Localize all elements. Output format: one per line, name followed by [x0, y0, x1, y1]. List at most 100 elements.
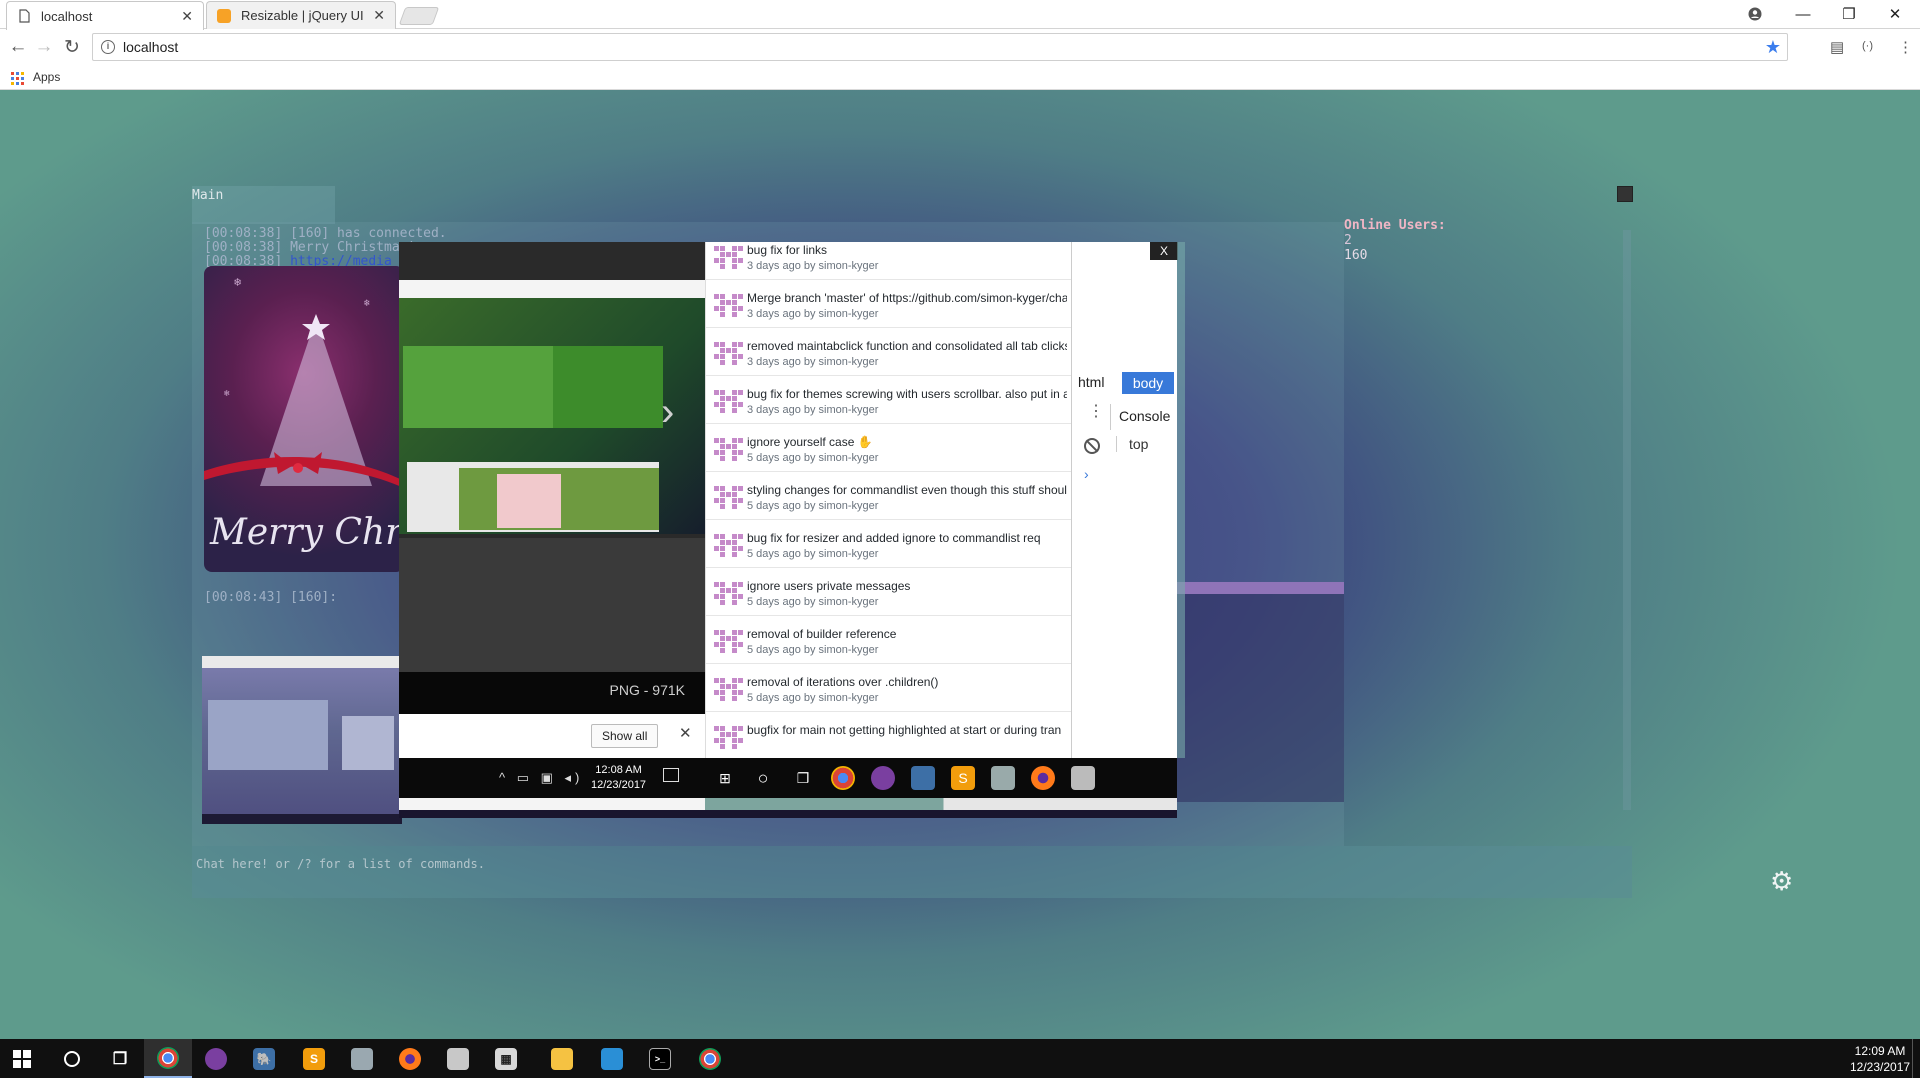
menu-dots-icon[interactable]: ⋮: [1898, 38, 1913, 56]
chat-input[interactable]: [196, 854, 1496, 874]
app-icon: [1071, 766, 1095, 790]
commit-row[interactable]: bugfix for main not getting highlighted …: [706, 712, 1071, 758]
close-window-button[interactable]: ✕: [1872, 0, 1918, 28]
folder-icon[interactable]: [538, 1039, 586, 1078]
commit-message[interactable]: removed maintabclick function and consol…: [747, 339, 1067, 353]
clear-console-icon[interactable]: [1084, 438, 1100, 454]
commit-message[interactable]: bug fix for themes screwing with users s…: [747, 387, 1067, 401]
commit-message[interactable]: bug fix for resizer and added ignore to …: [747, 531, 1067, 545]
commit-row[interactable]: ignore users private messages 5 days ago …: [706, 568, 1071, 616]
context-selector[interactable]: top: [1116, 436, 1148, 452]
reading-list-icon[interactable]: ▤: [1830, 38, 1844, 56]
calculator-icon[interactable]: ▦: [482, 1039, 530, 1078]
forward-arrow-icon[interactable]: →: [32, 35, 56, 59]
postgres-icon: [911, 766, 935, 790]
christmas-card-image[interactable]: ❄ ❄ ❄ Merry Christmas: [204, 266, 404, 572]
terminal-icon[interactable]: >_: [636, 1039, 684, 1078]
commit-message[interactable]: ignore users private messages: [747, 579, 1067, 593]
commit-row[interactable]: removed maintabclick function and consol…: [706, 328, 1071, 376]
show-all-button[interactable]: Show all: [591, 724, 659, 748]
avatar: [714, 582, 743, 605]
tab-title: Resizable | jQuery UI: [241, 8, 364, 23]
pasted-screenshot-overlay[interactable]: › PNG - 971K Show all ✕ ^ ▭ ▣ ◂) 12:08 A…: [399, 242, 1185, 820]
breadcrumb-html[interactable]: html: [1078, 374, 1104, 390]
info-icon[interactable]: i: [101, 40, 115, 54]
address-bar[interactable]: i localhost ★: [92, 33, 1788, 61]
reload-icon[interactable]: ↻: [60, 35, 84, 59]
commit-row[interactable]: removal of iterations over .children() 5 …: [706, 664, 1071, 712]
breadcrumb-body[interactable]: body: [1122, 372, 1174, 394]
commit-row[interactable]: bug fix for themes screwing with users s…: [706, 376, 1071, 424]
commit-meta: 5 days ago by simon-kyger: [747, 692, 879, 704]
notification-icon: [663, 768, 679, 782]
more-options-icon[interactable]: ⋮: [1088, 404, 1104, 420]
chrome-icon[interactable]: [144, 1039, 192, 1078]
apps-grid-icon[interactable]: [11, 72, 24, 85]
commit-row[interactable]: Merge branch 'master' of https://github.…: [706, 280, 1071, 328]
avatar: [714, 342, 743, 365]
commit-row[interactable]: styling changes for commandlist even tho…: [706, 472, 1071, 520]
task-view-icon[interactable]: ❐: [96, 1039, 144, 1078]
windows-start-icon[interactable]: [0, 1039, 44, 1078]
commit-message[interactable]: Merge branch 'master' of https://github.…: [747, 291, 1067, 305]
tab-console[interactable]: Console: [1110, 404, 1178, 430]
commit-message[interactable]: removal of iterations over .children(): [747, 675, 1067, 689]
commit-meta: 5 days ago by simon-kyger: [747, 596, 879, 608]
commit-message[interactable]: ignore yourself case ✋: [747, 435, 1067, 449]
taskbar-clock[interactable]: 12:09 AM 12/23/2017: [1850, 1043, 1910, 1075]
commit-message[interactable]: removal of builder reference: [747, 627, 1067, 641]
commit-meta: 3 days ago by simon-kyger: [747, 308, 879, 320]
close-button[interactable]: X: [1150, 242, 1178, 260]
restore-button[interactable]: ❐: [1826, 0, 1872, 28]
close-tab-icon[interactable]: ✕: [181, 8, 193, 25]
commit-meta: 3 days ago by simon-kyger: [747, 260, 879, 272]
commit-row[interactable]: bug fix for links 3 days ago by simon-kyg…: [706, 242, 1071, 280]
tab-main[interactable]: Main: [192, 186, 335, 224]
app-icon[interactable]: [588, 1039, 636, 1078]
commit-message[interactable]: bugfix for main not getting highlighted …: [747, 723, 1067, 737]
profile-icon[interactable]: [1732, 0, 1778, 28]
apps-bookmark[interactable]: Apps: [33, 70, 60, 84]
bookmarks-bar: Apps: [0, 65, 1920, 90]
scrollbar[interactable]: [1623, 230, 1631, 810]
bookmark-star-icon[interactable]: ★: [1765, 37, 1781, 58]
postgres-icon[interactable]: 🐘: [240, 1039, 288, 1078]
extension-icon[interactable]: (·): [1862, 40, 1873, 52]
chevron-right-icon[interactable]: ›: [661, 390, 674, 435]
back-arrow-icon[interactable]: ←: [6, 35, 30, 59]
jquery-favicon-icon: [217, 8, 231, 23]
gear-icon[interactable]: ⚙: [1770, 868, 1793, 894]
windows-taskbar: ❐ 🐘 S ▦ >_ 12:09 AM 12/23/2017: [0, 1039, 1920, 1078]
commit-row[interactable]: removal of builder reference 5 days ago b…: [706, 616, 1071, 664]
firefox-icon[interactable]: [386, 1039, 434, 1078]
chrome-icon: [831, 766, 855, 790]
background-window-strip: [1176, 582, 1344, 594]
minimize-button[interactable]: —: [1780, 0, 1826, 28]
shared-screenshot-thumbnail[interactable]: [202, 656, 402, 824]
window-toggle-button[interactable]: [1617, 186, 1633, 202]
sublime-icon[interactable]: S: [290, 1039, 338, 1078]
commit-row[interactable]: bug fix for resizer and added ignore to …: [706, 520, 1071, 568]
commit-message[interactable]: bug fix for links: [747, 243, 1067, 257]
new-tab-button[interactable]: [398, 7, 440, 25]
commit-row[interactable]: ignore yourself case ✋ 5 days ago by simo…: [706, 424, 1071, 472]
close-icon[interactable]: ✕: [679, 724, 692, 742]
online-users-count: 2: [1344, 233, 1352, 248]
search-circle-icon[interactable]: [48, 1039, 96, 1078]
inner-taskbar: ^ ▭ ▣ ◂) 12:08 AM 12/23/2017: [399, 758, 705, 798]
tab-resizable-jquery-ui[interactable]: Resizable | jQuery UI ✕: [206, 1, 396, 29]
console-prompt[interactable]: ›: [1084, 466, 1089, 482]
app-icon[interactable]: [338, 1039, 386, 1078]
tab-localhost[interactable]: localhost ✕: [6, 1, 204, 30]
app-icon[interactable]: [192, 1039, 240, 1078]
browser-tab-strip: localhost ✕ Resizable | jQuery UI ✕ — ❐ …: [0, 0, 1920, 30]
chrome-icon[interactable]: [686, 1039, 734, 1078]
overlay-scrollbar[interactable]: [1177, 242, 1185, 758]
online-user-entry[interactable]: 160: [1344, 248, 1446, 263]
show-desktop-button[interactable]: [1912, 1039, 1920, 1078]
paint-icon[interactable]: [434, 1039, 482, 1078]
commit-message[interactable]: styling changes for commandlist even tho…: [747, 483, 1067, 497]
chat-input-bar: ⚙: [192, 846, 1793, 898]
system-tray-icons: ^ ▭ ▣ ◂): [499, 770, 584, 785]
close-tab-icon[interactable]: ✕: [373, 7, 385, 24]
